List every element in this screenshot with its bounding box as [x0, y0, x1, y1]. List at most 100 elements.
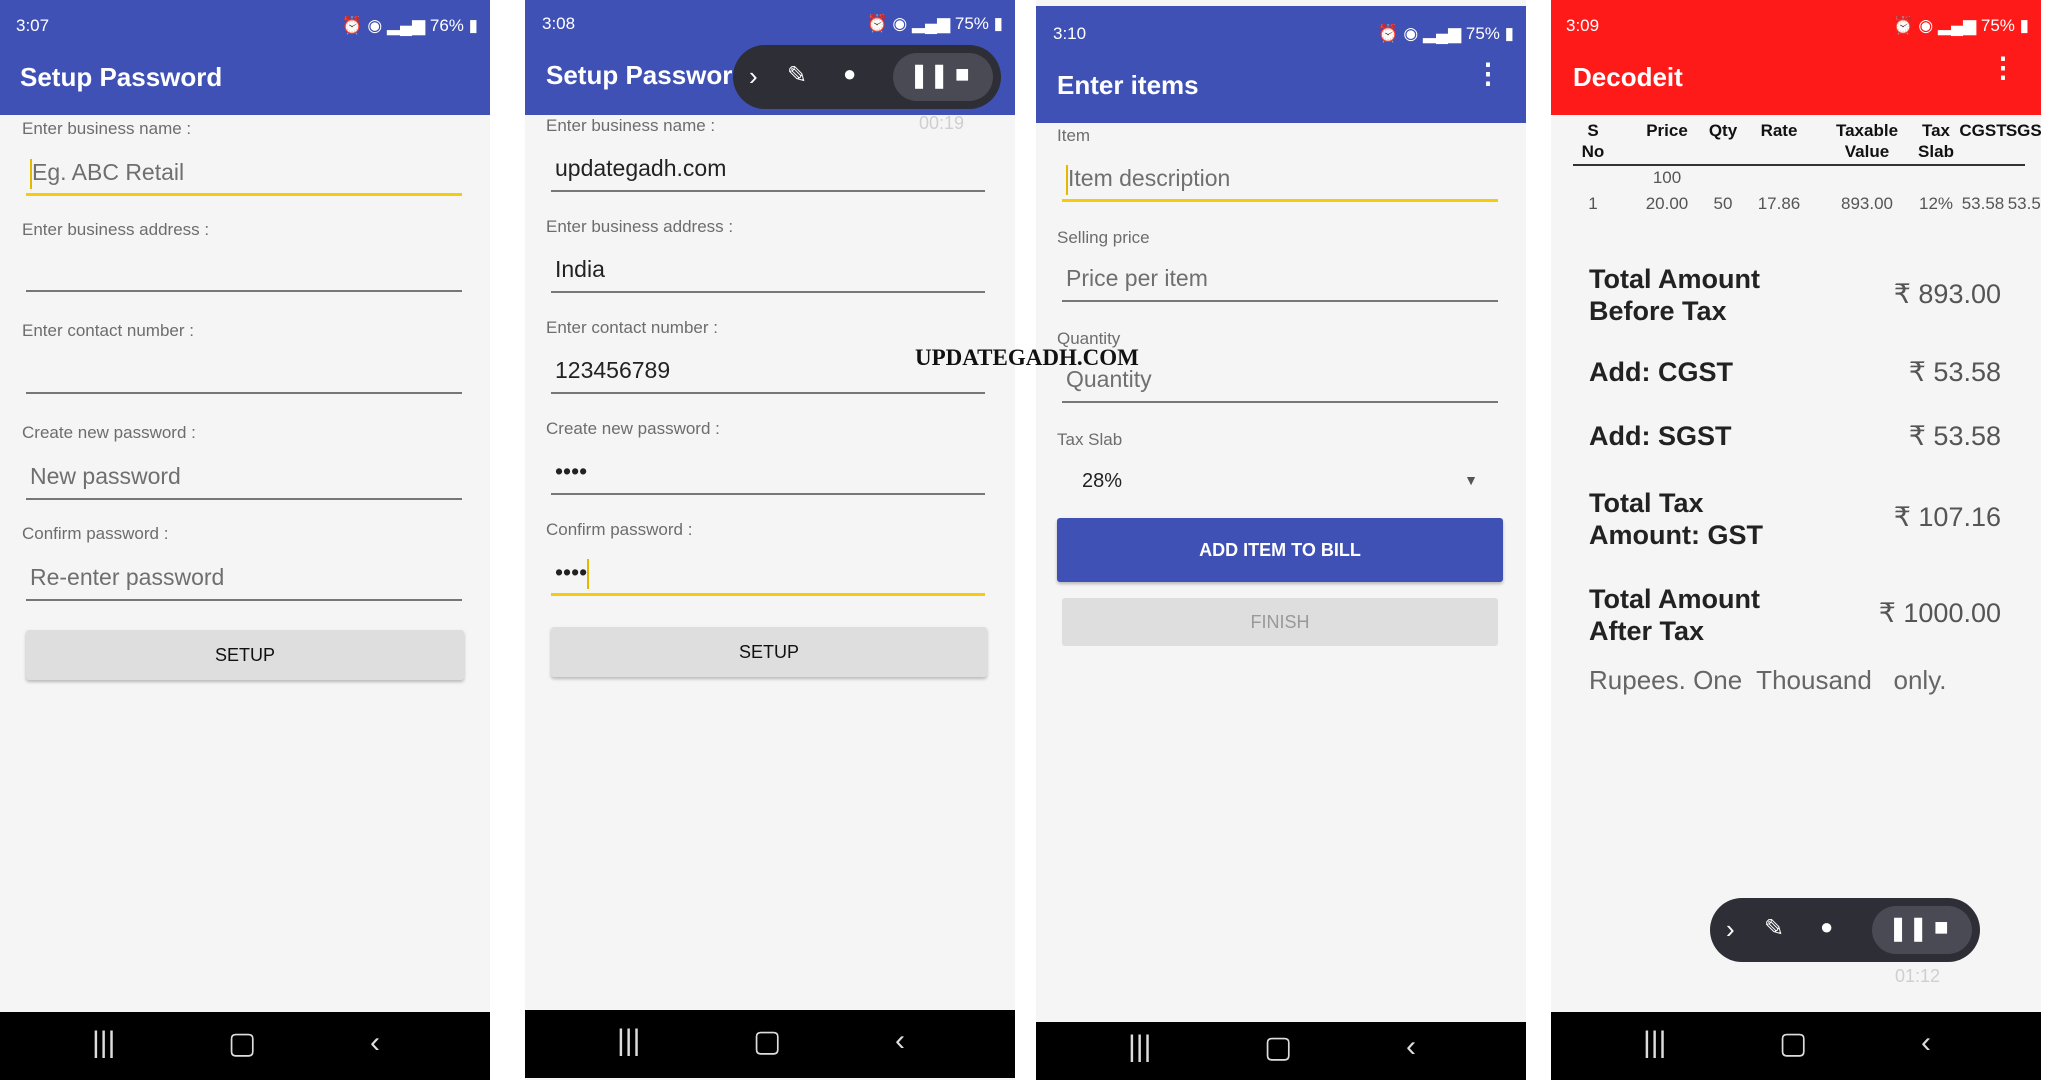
business-address-input[interactable]: India [551, 245, 985, 293]
tax-slab-cell: 12% [1918, 194, 1954, 213]
home-icon[interactable]: ▢ [228, 1026, 256, 1061]
screen-recorder-toolbar: › ✎ ● ❚❚ ■ [733, 45, 1001, 109]
pencil-icon[interactable]: ✎ [1764, 914, 1784, 943]
home-icon[interactable]: ▢ [1264, 1030, 1292, 1065]
summary-label: Total Amount After Tax [1589, 584, 1760, 646]
confirm-password-input[interactable]: Re-enter password [26, 553, 462, 601]
business-name-input[interactable]: updategadh.com [551, 144, 985, 192]
recents-icon[interactable]: ||| [1643, 1026, 1666, 1060]
price-cell: 20.00 [1645, 194, 1689, 213]
setup-button[interactable]: SETUP [551, 627, 987, 677]
tax-slab-select[interactable]: 28% ▼ [1062, 460, 1498, 504]
nav-bar: ||| ▢ ‹ [1551, 1012, 2041, 1080]
summary-label: Total Amount Before Tax [1589, 264, 1760, 326]
phone-screen-setup-empty: 3:07 ⏰ ◉ ▂▄▆ 76% ▮ Setup Password Enter … [0, 0, 490, 1080]
summary-value: ₹ 1000.00 [1878, 598, 2001, 628]
page-title: Setup Password [20, 62, 223, 92]
selling-price-label: Selling price [1057, 228, 1150, 247]
dropdown-arrow-icon: ▼ [1464, 472, 1478, 488]
status-bar: 3:09 ⏰ ◉ ▂▄▆ 75% ▮ [1551, 0, 2041, 40]
new-password-input[interactable]: New password [26, 452, 462, 500]
item-label: Item [1057, 126, 1091, 145]
app-bar: Setup Password [0, 40, 490, 115]
recording-timer: 00:19 [919, 113, 965, 133]
stop-icon[interactable]: ■ [1934, 914, 1949, 942]
business-name-label: Enter business name : [22, 119, 192, 138]
person-icon[interactable]: ● [843, 61, 856, 87]
add-item-to-bill-button[interactable]: ADD ITEM TO BILL [1057, 518, 1503, 582]
table-header-qty: Qty [1708, 121, 1738, 140]
wifi-icon: ⏰ ◉ ▂▄▆ [341, 16, 430, 35]
confirm-password-label: Confirm password : [22, 524, 169, 543]
confirm-password-input[interactable]: •••• [551, 548, 985, 596]
recents-icon[interactable]: ||| [92, 1026, 115, 1060]
person-icon[interactable]: ● [1820, 914, 1833, 940]
table-header-taxable-value: Taxable Value [1835, 121, 1899, 161]
business-name-label: Enter business name : [546, 116, 716, 135]
status-bar: 3:07 ⏰ ◉ ▂▄▆ 76% ▮ [0, 0, 490, 40]
item-description-input[interactable]: Item description [1062, 154, 1498, 202]
back-icon[interactable]: ‹ [370, 1026, 380, 1060]
amount-in-words: Rupees. One Thousand only. [1589, 665, 1947, 695]
pause-icon[interactable]: ❚❚ [909, 61, 949, 90]
nav-bar: ||| ▢ ‹ [0, 1012, 490, 1080]
price-per-item-input[interactable]: Price per item [1062, 254, 1498, 302]
home-icon[interactable]: ▢ [1779, 1026, 1807, 1061]
stop-icon[interactable]: ■ [955, 61, 970, 89]
summary-value: ₹ 53.58 [1908, 421, 2001, 451]
recents-icon[interactable]: ||| [617, 1024, 640, 1058]
home-icon[interactable]: ▢ [753, 1024, 781, 1059]
back-icon[interactable]: ‹ [895, 1024, 905, 1058]
business-address-input[interactable] [26, 244, 462, 292]
summary-label: Add: CGST [1589, 357, 1733, 387]
pencil-icon[interactable]: ✎ [787, 61, 807, 90]
confirm-password-label: Confirm password : [546, 520, 693, 539]
recents-icon[interactable]: ||| [1128, 1030, 1151, 1064]
item-description-cell: 100 [1652, 168, 1682, 187]
new-password-input[interactable]: •••• [551, 447, 985, 495]
summary-value: ₹ 107.16 [1893, 502, 2001, 532]
app-bar: Enter items ⋮ [1036, 46, 1526, 123]
nav-bar: ||| ▢ ‹ [525, 1010, 1015, 1078]
business-address-label: Enter business address : [546, 217, 734, 236]
business-address-label: Enter business address : [22, 220, 210, 239]
overflow-menu-icon[interactable]: ⋮ [1474, 60, 1502, 88]
table-header-tax-slab: Tax Slab [1918, 121, 1954, 161]
contact-number-label: Enter contact number : [546, 318, 718, 337]
status-time: 3:08 [542, 14, 576, 33]
sgst-cell: 53.58 [2007, 194, 2041, 213]
pause-icon[interactable]: ❚❚ [1888, 914, 1928, 943]
contact-number-input[interactable] [26, 346, 462, 394]
sno-cell: 1 [1588, 194, 1598, 213]
qty-cell: 50 [1713, 194, 1733, 213]
table-header-sno: S No [1581, 121, 1605, 161]
battery-level: ⏰ ◉ ▂▄▆ 75% ▮ [1377, 24, 1514, 43]
status-time: 3:07 [16, 16, 50, 35]
back-icon[interactable]: ‹ [1921, 1026, 1931, 1060]
page-title: Setup Password [546, 60, 749, 90]
wifi-icon: ⏰ ◉ ▂▄▆ [866, 14, 955, 33]
summary-label: Total Tax Amount: GST [1589, 488, 1763, 550]
back-icon[interactable]: ‹ [1406, 1030, 1416, 1064]
table-header-price: Price [1646, 121, 1688, 140]
overflow-menu-icon[interactable]: ⋮ [1989, 54, 2017, 82]
app-bar: Decodeit ⋮ [1551, 40, 2041, 115]
chevron-right-icon[interactable]: › [1726, 914, 1735, 945]
new-password-label: Create new password : [546, 419, 720, 438]
business-name-input[interactable]: Eg. ABC Retail [26, 148, 462, 196]
contact-number-label: Enter contact number : [22, 321, 194, 340]
wifi-icon: ⏰ ◉ ▂▄▆ [1377, 24, 1466, 43]
setup-button[interactable]: SETUP [26, 630, 464, 680]
pause-stop-group: ❚❚ ■ [893, 53, 993, 101]
chevron-right-icon[interactable]: › [749, 61, 758, 92]
cgst-cell: 53.58 [1961, 194, 2005, 213]
status-bar: 3:08 ⏰ ◉ ▂▄▆ 75% ▮ [525, 0, 1015, 40]
table-header-rate: Rate [1760, 121, 1798, 140]
finish-button[interactable]: FINISH [1062, 598, 1498, 646]
pause-stop-group: ❚❚ ■ [1872, 906, 1972, 954]
page-title: Decodeit [1573, 62, 1683, 92]
table-header-sgst: SGST [2005, 121, 2041, 140]
status-time: 3:09 [1566, 16, 1600, 35]
table-header-cgst: CGST [1959, 121, 2007, 140]
tax-slab-label: Tax Slab [1057, 430, 1123, 449]
